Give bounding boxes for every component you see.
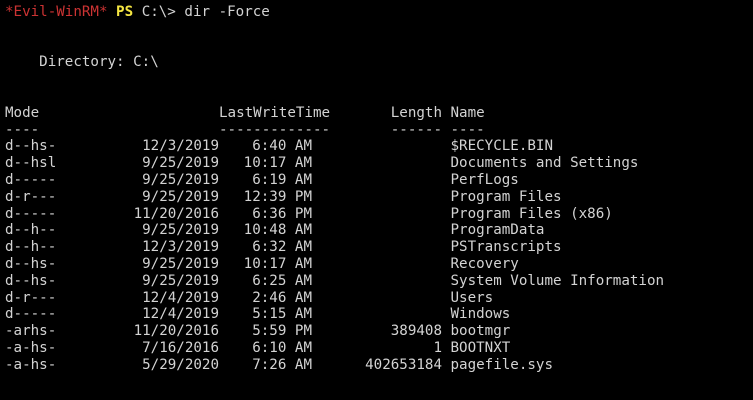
table-row: d--hs- 9/25/2019 10:17 AM Recovery [5,256,753,273]
row-date: 9/25/2019 [142,222,219,239]
row-time: 6:36 PM [252,205,312,222]
underline-name: ---- [450,121,485,138]
row-date: 9/25/2019 [142,155,219,172]
table-row: -a-hs- 7/16/2016 6:10 AM 1 BOOTNXT [5,340,753,357]
underline-length: ------ [390,121,442,138]
table-row: d-r--- 12/4/2019 2:46 AM Users [5,290,753,307]
table-row: d----- 12/4/2019 5:15 AM Windows [5,306,753,323]
table-row: -a-hs- 5/29/2020 7:26 AM 402653184 pagefile.… [5,357,753,374]
table-row: d-r--- 9/25/2019 12:39 PM Program Files [5,189,753,206]
prompt-line: *Evil-WinRM* PS C:\> dir -Force [5,4,753,21]
row-length: 389408 [390,323,442,340]
row-name: Program Files (x86) [450,205,613,222]
terminal-window[interactable]: *Evil-WinRM* PS C:\> dir -Force Director… [0,0,753,400]
table-row: d--hsl 9/25/2019 10:17 AM Documents and Set… [5,155,753,172]
row-time: 5:59 PM [252,323,312,340]
row-length: 402653184 [365,356,442,373]
row-date: 9/25/2019 [142,272,219,289]
row-time: 10:17 AM [243,255,312,272]
row-mode: d----- [5,306,57,323]
row-mode: d--h-- [5,239,57,256]
prompt-shell: PS [116,4,134,20]
row-mode: -arhs- [5,323,57,340]
row-mode: d-r--- [5,188,57,205]
row-date: 5/29/2020 [142,356,219,373]
row-mode: -a-hs- [5,339,57,356]
row-time: 5:15 AM [252,306,312,323]
table-row: d--hs- 9/25/2019 6:25 AM System Volume Info… [5,273,753,290]
row-name: Program Files [450,188,562,205]
row-name: PSTranscripts [450,239,562,256]
table-row: d--hs- 12/3/2019 6:40 AM $RECYCLE.BIN [5,138,753,155]
row-mode: d----- [5,205,57,222]
underline-mode: ---- [5,121,40,138]
row-time: 6:10 AM [252,339,312,356]
row-time: 6:32 AM [252,239,312,256]
row-name: Users [450,289,494,306]
row-date: 12/3/2019 [142,239,219,256]
row-length: 1 [433,339,442,356]
row-time: 10:17 AM [243,155,312,172]
row-date: 9/25/2019 [142,255,219,272]
header-length: Length [390,104,442,121]
row-name: PerfLogs [450,171,519,188]
underline-lastwritetime: ------------- [219,121,331,138]
table-row: -arhs- 11/20/2016 5:59 PM 389408 bootmgr [5,323,753,340]
table-row: d--h-- 12/3/2019 6:32 AM PSTranscripts [5,239,753,256]
directory-line: Directory: C:\ [5,54,159,71]
row-date: 11/20/2016 [133,323,219,340]
row-mode: d--hs- [5,138,57,155]
row-mode: -a-hs- [5,356,57,373]
row-time: 7:26 AM [252,356,312,373]
prompt-path: C:\> [141,4,176,20]
underline-row: ---- ------------- ------ ---- [5,122,753,139]
directory-listing: d--hs- 12/3/2019 6:40 AM $RECYCLE.BIN d--hsl… [5,138,753,373]
row-name: Documents and Settings [450,155,639,172]
table-row: d--h-- 9/25/2019 10:48 AM ProgramData [5,222,753,239]
row-date: 12/3/2019 [142,138,219,155]
row-time: 6:40 AM [252,138,312,155]
row-name: Windows [450,306,511,323]
header-mode: Mode [5,104,40,121]
header-name: Name [450,104,485,121]
row-time: 10:48 AM [243,222,312,239]
header-row: Mode LastWriteTime Length Name [5,105,753,122]
row-date: 12/4/2019 [142,289,219,306]
row-date: 9/25/2019 [142,171,219,188]
row-date: 7/16/2016 [142,339,219,356]
row-date: 9/25/2019 [142,188,219,205]
row-mode: d--hs- [5,255,57,272]
row-time: 6:25 AM [252,272,312,289]
row-name: pagefile.sys [450,356,554,373]
row-mode: d--hs- [5,272,57,289]
header-lastwritetime: LastWriteTime [219,104,331,121]
prompt-command: dir -Force [184,4,270,20]
row-name: Recovery [450,255,519,272]
row-time: 6:19 AM [252,171,312,188]
row-date: 12/4/2019 [142,306,219,323]
row-name: bootmgr [450,323,511,340]
row-name: BOOTNXT [450,339,511,356]
row-mode: d-r--- [5,289,57,306]
table-row: d----- 11/20/2016 6:36 PM Program Files (x8… [5,206,753,223]
row-time: 12:39 PM [243,188,312,205]
row-mode: d----- [5,171,57,188]
row-time: 2:46 AM [252,289,312,306]
row-name: $RECYCLE.BIN [450,138,554,155]
row-name: ProgramData [450,222,545,239]
table-row: d----- 9/25/2019 6:19 AM PerfLogs [5,172,753,189]
row-date: 11/20/2016 [133,205,219,222]
row-mode: d--h-- [5,222,57,239]
row-mode: d--hsl [5,155,57,172]
row-name: System Volume Information [450,272,665,289]
prompt-user: *Evil-WinRM* [5,4,108,20]
